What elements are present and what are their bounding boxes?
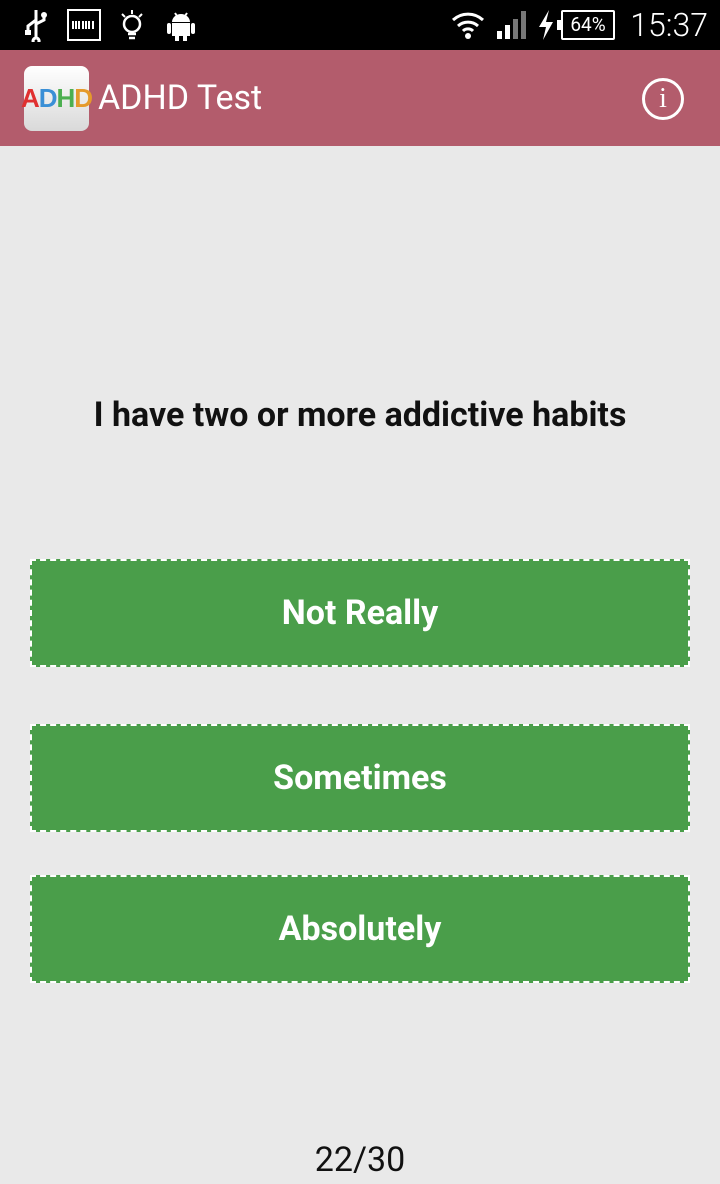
signal-icon: [495, 0, 527, 50]
wifi-icon: [451, 0, 485, 50]
clock: 15:37: [630, 6, 708, 44]
barcode-icon: [67, 0, 101, 50]
app-bar: ADHD ADHD Test i: [0, 50, 720, 146]
answer-not-really-button[interactable]: Not Really: [30, 559, 690, 667]
logo-letter: A: [20, 83, 40, 113]
lightbulb-icon: [118, 0, 146, 50]
android-icon: [166, 0, 196, 50]
answer-sometimes-button[interactable]: Sometimes: [30, 724, 690, 832]
status-bar: 64% 15:37: [0, 0, 720, 50]
app-logo: ADHD: [20, 66, 93, 131]
logo-letter: D: [38, 83, 58, 113]
logo-letter: D: [74, 83, 93, 113]
question-text: I have two or more addictive habits: [93, 395, 627, 435]
battery-indicator: 64%: [557, 10, 615, 40]
info-button[interactable]: i: [642, 78, 684, 120]
info-icon: i: [659, 83, 667, 114]
usb-icon: [22, 0, 50, 50]
logo-letter: H: [56, 83, 76, 113]
answer-absolutely-button[interactable]: Absolutely: [30, 875, 690, 983]
question-progress: 22/30: [314, 1140, 406, 1180]
app-title: ADHD Test: [98, 78, 263, 118]
charging-icon: [536, 0, 556, 50]
